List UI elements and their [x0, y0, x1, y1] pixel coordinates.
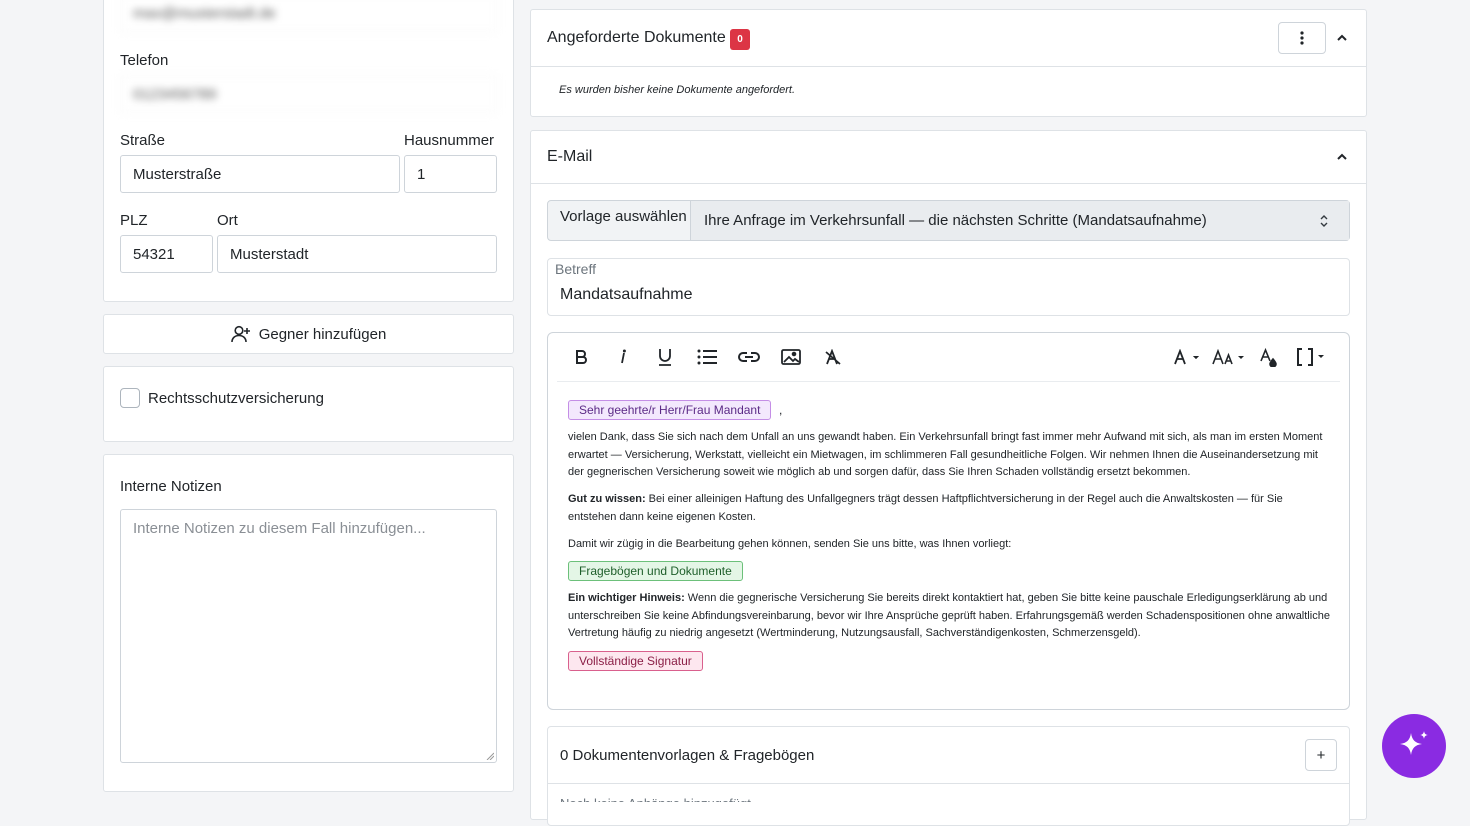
housenumber-field[interactable]: 1 — [404, 155, 497, 193]
template-select-value: Ihre Anfrage im Verkehrsunfall — die näc… — [704, 212, 1207, 229]
requested-docs-menu-button[interactable] — [1278, 22, 1326, 54]
requested-docs-empty-text: Es wurden bisher keine Dokumente angefor… — [559, 84, 796, 96]
city-field[interactable]: Musterstadt — [217, 235, 497, 273]
code-block-icon[interactable] — [1296, 345, 1330, 369]
salutation-placeholder-tag[interactable]: Sehr geehrte/r Herr/Frau Mandant — [568, 400, 772, 420]
body-paragraph-2: Gut zu wissen: Bei einer alleinigen Haft… — [568, 491, 1330, 526]
attachments-header-divider — [548, 783, 1349, 784]
requested-docs-card — [530, 9, 1367, 117]
documents-placeholder-tag[interactable]: Fragebögen und Dokumente — [568, 561, 743, 581]
subject-label: Betreff — [555, 261, 596, 277]
font-size-icon[interactable] — [1212, 345, 1246, 369]
body-paragraph-2-text: Bei einer alleinigen Haftung des Unfallg… — [568, 493, 1283, 523]
signature-placeholder-tag[interactable]: Vollständige Signatur — [568, 651, 703, 671]
requested-docs-count-badge: 0 — [730, 29, 750, 50]
kebab-menu-icon — [1300, 31, 1304, 45]
zip-field[interactable]: 54321 — [120, 235, 213, 273]
street-label: Straße — [120, 132, 166, 149]
resize-handle-icon[interactable] — [486, 752, 494, 760]
body-paragraph-1: vielen Dank, dass Sie sich nach dem Unfa… — [568, 431, 1323, 478]
email-header-divider — [531, 183, 1366, 184]
body-paragraph-3: Damit wir zügig in die Bearbeitung gehen… — [568, 538, 1012, 550]
subject-value: Mandatsaufnahme — [560, 286, 693, 303]
phone-label: Telefon — [120, 52, 169, 69]
add-opponent-button[interactable]: Gegner hinzufügen — [103, 314, 514, 354]
attachments-card — [547, 726, 1350, 826]
notes-textarea[interactable]: Interne Notizen zu diesem Fall hinzufüge… — [120, 509, 497, 763]
chevron-up-icon[interactable] — [1336, 151, 1348, 163]
legal-insurance-checkbox[interactable] — [120, 388, 140, 408]
attachments-empty-text: Noch keine Anhänge hinzugefügt. — [560, 796, 754, 802]
editor-toolbar-divider — [557, 381, 1340, 382]
user-plus-icon — [230, 325, 251, 343]
bullet-list-icon[interactable] — [696, 345, 718, 369]
clear-format-icon[interactable] — [822, 345, 844, 369]
font-color-icon[interactable] — [1172, 345, 1204, 369]
email-title: E-Mail — [547, 148, 593, 165]
body-paragraph-2-bold: Gut zu wissen: — [568, 493, 646, 505]
select-arrows-icon — [1320, 215, 1328, 227]
template-select[interactable]: Ihre Anfrage im Verkehrsunfall — die näc… — [690, 201, 1349, 240]
notes-label: Interne Notizen — [120, 478, 222, 495]
zip-label: PLZ — [120, 212, 148, 229]
body-paragraph-4-bold: Ein wichtiger Hinweis: — [568, 592, 685, 604]
link-icon[interactable] — [738, 345, 760, 369]
notes-placeholder: Interne Notizen zu diesem Fall hinzufüge… — [133, 520, 426, 537]
housenumber-label: Hausnummer — [404, 132, 495, 149]
template-select-label: Vorlage auswählen — [560, 208, 687, 225]
image-icon[interactable] — [780, 345, 802, 369]
requested-docs-header-divider — [531, 66, 1366, 67]
add-opponent-label: Gegner hinzufügen — [258, 325, 387, 343]
bold-icon[interactable] — [570, 345, 592, 369]
add-attachment-button[interactable]: + — [1305, 739, 1337, 771]
email-field[interactable]: max@musterstadt.de — [120, 0, 497, 32]
italic-icon[interactable] — [612, 345, 634, 369]
city-label: Ort — [217, 212, 238, 229]
ai-assistant-button[interactable] — [1382, 714, 1446, 778]
legal-insurance-label: Rechtsschutzversicherung — [148, 390, 324, 407]
underline-icon[interactable] — [654, 345, 676, 369]
body-paragraph-4: Ein wichtiger Hinweis: Wenn die gegneris… — [568, 590, 1330, 643]
attachments-title: 0 Dokumentenvorlagen & Fragebögen — [560, 747, 815, 764]
sparkle-icon — [1400, 731, 1428, 755]
requested-docs-title: Angeforderte Dokumente — [547, 29, 726, 46]
text-color-drop-icon[interactable] — [1258, 345, 1280, 369]
street-field[interactable]: Musterstraße — [120, 155, 400, 193]
salutation-suffix: , — [779, 403, 783, 417]
chevron-up-icon[interactable] — [1336, 32, 1348, 44]
phone-field[interactable]: 0123456789 — [120, 75, 497, 113]
